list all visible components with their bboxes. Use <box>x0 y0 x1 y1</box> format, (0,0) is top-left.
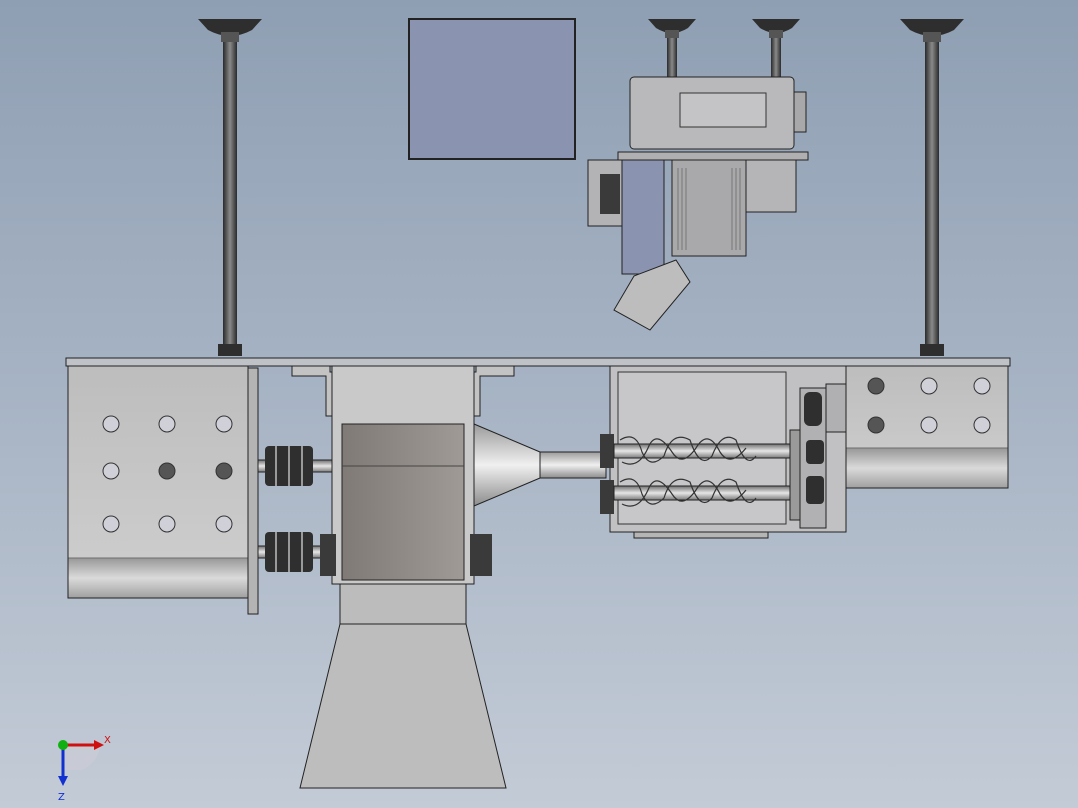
x-axis-label: X <box>104 735 111 746</box>
cad-viewport[interactable]: X Z <box>0 0 1078 808</box>
leveling-foot-mid-1[interactable] <box>648 19 696 78</box>
screw-conveyor[interactable] <box>600 365 847 539</box>
drive-motor-assembly[interactable] <box>587 76 809 331</box>
leveling-foot-left[interactable] <box>198 19 262 356</box>
leveling-foot-right[interactable] <box>900 19 964 356</box>
left-electrical-box[interactable] <box>67 365 259 615</box>
leveling-foot-mid-2[interactable] <box>752 19 800 78</box>
discharge-pipe <box>539 451 607 479</box>
control-panel[interactable] <box>408 18 576 160</box>
frame-beam[interactable] <box>65 357 1011 367</box>
assembly-drawing: X Z <box>58 18 1011 803</box>
feed-hopper[interactable] <box>299 583 507 789</box>
axis-triad <box>58 740 104 786</box>
z-axis-label: Z <box>58 792 65 803</box>
coupling-upper[interactable] <box>257 446 339 486</box>
reducer-cone <box>473 423 541 507</box>
y-axis-dot <box>58 740 68 750</box>
